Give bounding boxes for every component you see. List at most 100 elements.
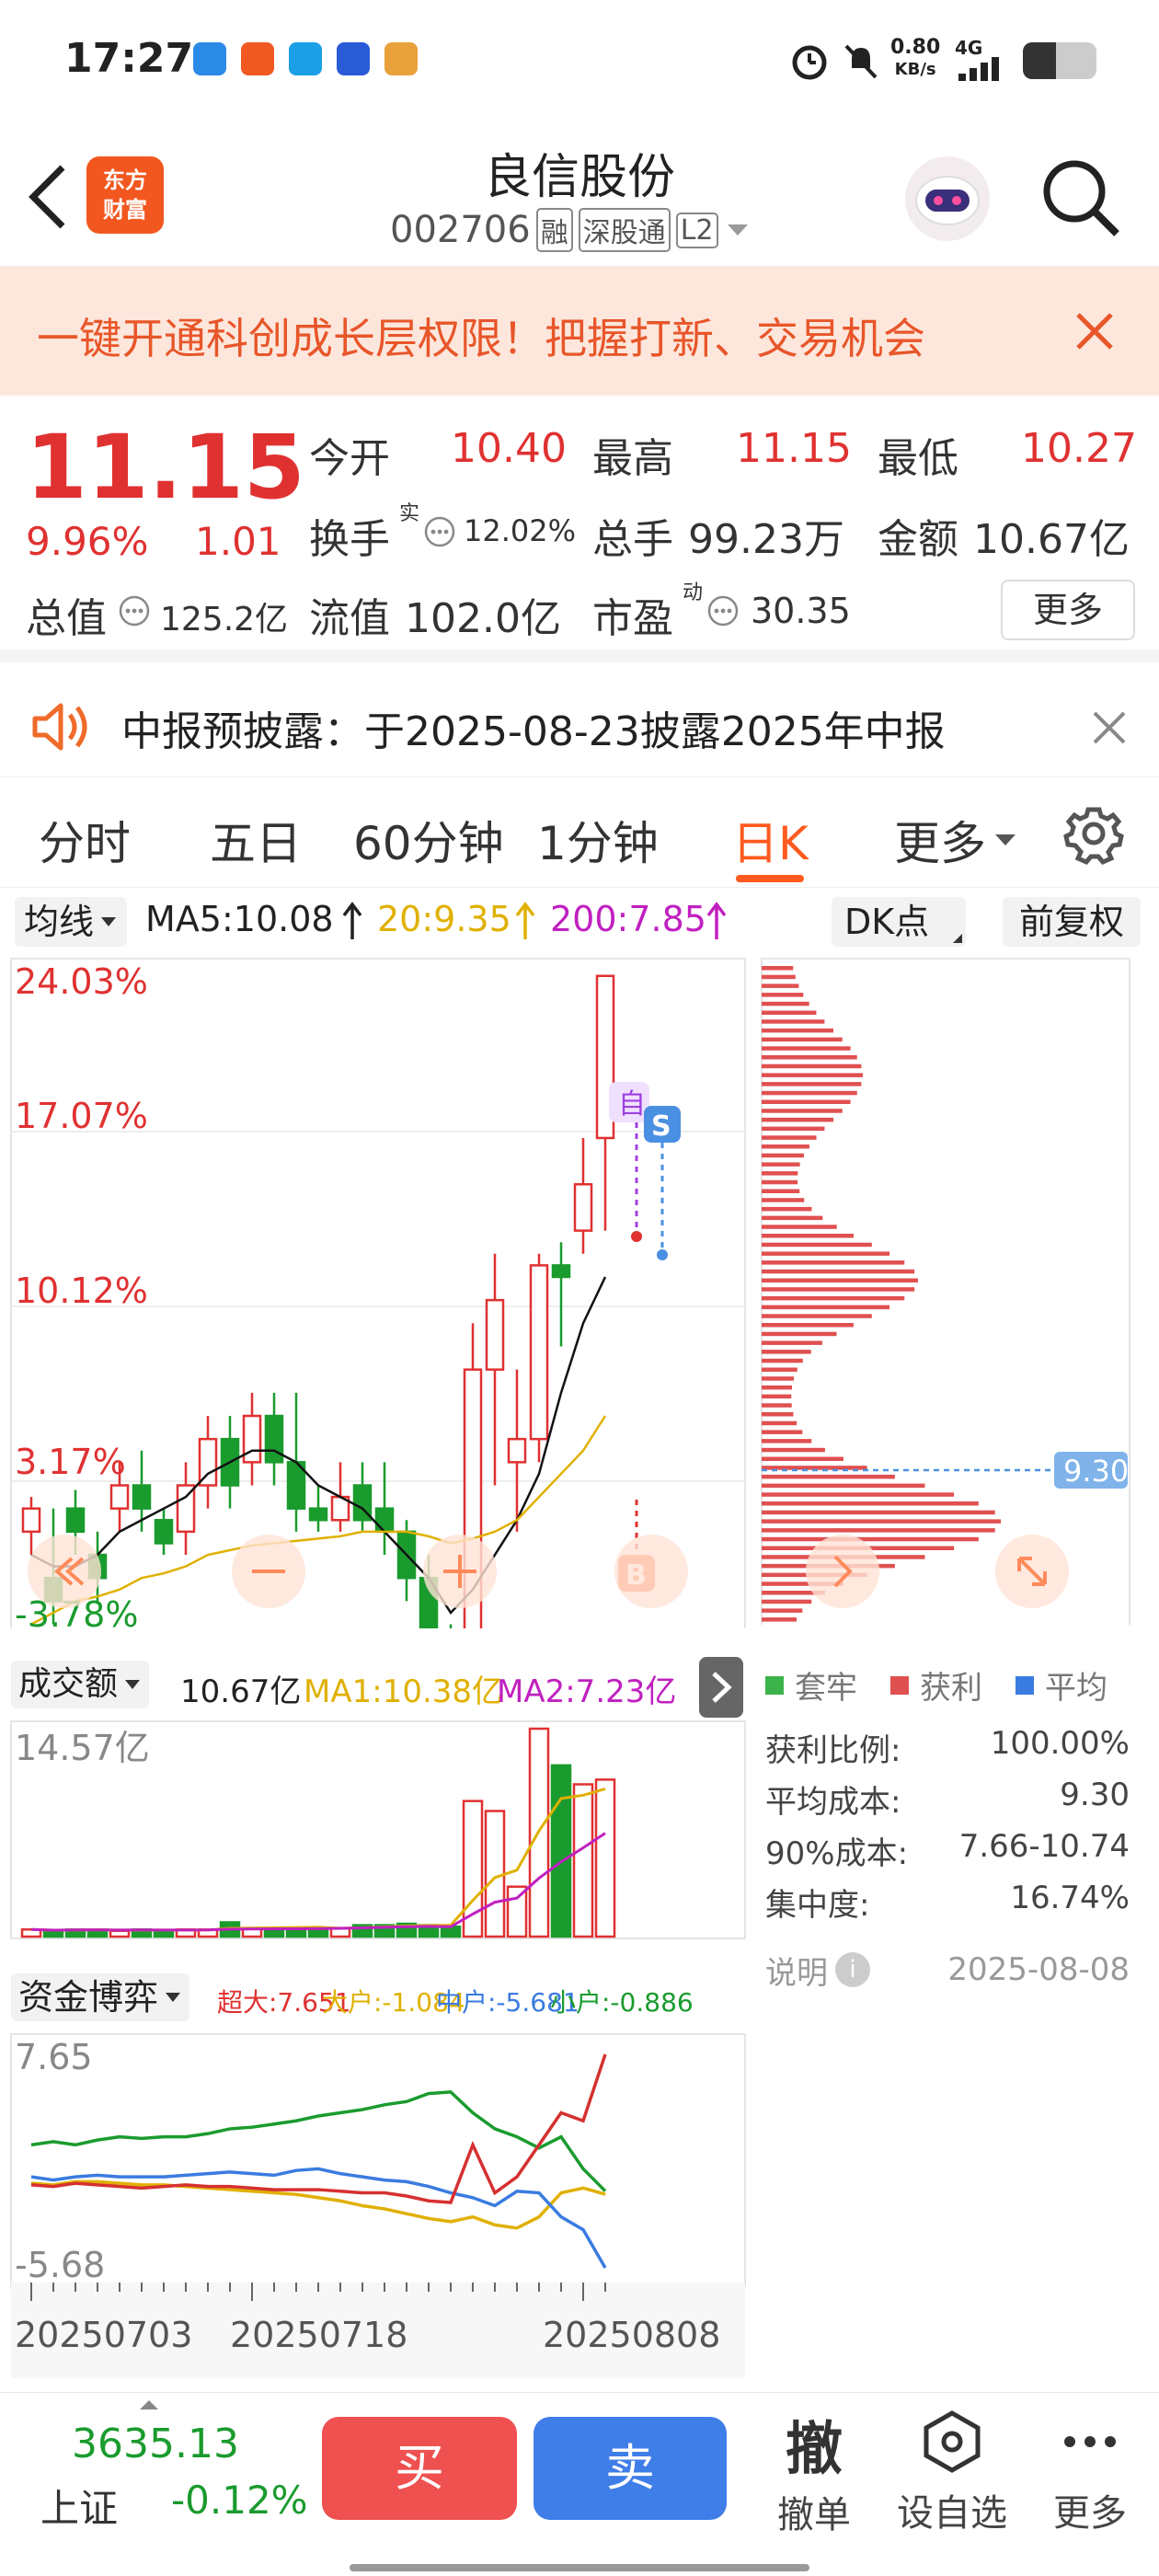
- adjust-mode-button[interactable]: 前复权: [1003, 897, 1141, 947]
- tab-daily-k[interactable]: 日K: [732, 807, 809, 873]
- tab-more[interactable]: 更多: [894, 807, 986, 873]
- volume-chart[interactable]: 14.57亿: [0, 1719, 754, 1940]
- withdraw-label: 撤单: [777, 2494, 851, 2536]
- y-label: 3.17%: [15, 1442, 126, 1482]
- add-watchlist-button[interactable]: 设自选: [892, 2409, 1012, 2536]
- volume-bar: [42, 1929, 64, 1938]
- candle-body[interactable]: [65, 1507, 86, 1534]
- chip-date: 2025-08-08: [947, 1951, 1130, 1988]
- kline-chart[interactable]: 24.03% 17.07% 10.12% 3.17% -3.78% 自 S B: [0, 957, 754, 1628]
- volume-bar: [263, 1927, 285, 1938]
- expand-up-icon[interactable]: [138, 2398, 160, 2411]
- chip-stat-label: 平均成本:: [765, 1784, 901, 1821]
- dropdown-triangle-icon: [125, 1680, 141, 1689]
- battery-icon: [1023, 42, 1096, 79]
- ma5-value: MA5:10.08: [145, 899, 334, 939]
- chip-bar: [762, 1153, 804, 1158]
- candle-body[interactable]: [529, 1264, 549, 1441]
- up-arrow-icon: [515, 902, 535, 939]
- ma-selector[interactable]: 均线: [15, 897, 128, 947]
- sell-button[interactable]: 卖: [534, 2417, 727, 2520]
- candle-body[interactable]: [264, 1414, 284, 1464]
- chip-bar: [762, 1010, 817, 1015]
- expand-panel-button[interactable]: [699, 1657, 743, 1718]
- tab-60min[interactable]: 60分钟: [353, 807, 504, 873]
- tab-1min[interactable]: 1分钟: [537, 807, 659, 873]
- candle-body[interactable]: [507, 1437, 527, 1464]
- fund-super-line: [30, 2053, 607, 2204]
- candle-body[interactable]: [242, 1414, 262, 1464]
- index-name: 上证: [40, 2486, 119, 2531]
- home-indicator: [350, 2564, 809, 2571]
- alarm-icon: [792, 45, 827, 80]
- chip-bar: [762, 1269, 915, 1274]
- chip-prev-button[interactable]: [806, 1535, 879, 1608]
- candle-body[interactable]: [132, 1484, 152, 1510]
- robot-assistant-icon[interactable]: [901, 153, 993, 245]
- app-notification-icon: [384, 42, 418, 75]
- change-amount: 1.01: [195, 519, 281, 564]
- more-actions-button[interactable]: 更多: [1039, 2409, 1141, 2536]
- earnings-notice[interactable]: 中报预披露：于2025-08-23披露2025年中报: [0, 676, 1159, 777]
- stock-code-row[interactable]: 002706 融 深股通 L2: [390, 208, 752, 252]
- chip-bar: [762, 1171, 798, 1176]
- candle-body[interactable]: [109, 1484, 130, 1510]
- chip-bar: [762, 1403, 792, 1408]
- chip-bar: [762, 1046, 851, 1051]
- scroll-left-button[interactable]: [28, 1535, 101, 1608]
- chip-bar: [762, 1510, 995, 1515]
- y-label: 10.12%: [15, 1271, 148, 1311]
- quote-panel: 11.15 9.96% 1.01 今开 10.40 最高 11.15 最低 10…: [0, 396, 1159, 662]
- candle-body[interactable]: [573, 1183, 593, 1232]
- open-label: 今开: [309, 435, 390, 482]
- chip-note-link[interactable]: 说明 i: [765, 1948, 870, 1993]
- chip-bar: [762, 1028, 834, 1033]
- scroll-right-button[interactable]: [614, 1535, 688, 1608]
- margin-tag: 融: [535, 208, 573, 252]
- bottom-trade-bar: 3635.13 上证 -0.12% 买 卖 撤 撤单 设自选 更多: [0, 2392, 1159, 2576]
- low-label: 最低: [878, 435, 958, 482]
- fund-top-label: 7.65: [15, 2037, 93, 2077]
- chip-bar: [762, 1456, 843, 1461]
- buy-button[interactable]: 买: [322, 2417, 517, 2520]
- candle-body[interactable]: [21, 1507, 41, 1534]
- volume-bar: [550, 1764, 572, 1938]
- candle-body[interactable]: [551, 1264, 571, 1279]
- float-cap-label: 流值: [309, 595, 390, 642]
- dk-point-button[interactable]: DK点: [832, 897, 966, 947]
- chip-bar: [762, 1340, 822, 1345]
- settings-gear-icon[interactable]: [1061, 801, 1126, 866]
- chip-bar: [762, 1082, 862, 1087]
- withdraw-button[interactable]: 撤 撤单: [763, 2402, 865, 2538]
- chip-bar: [762, 1608, 803, 1613]
- chip-bar: [762, 1234, 855, 1238]
- chip-bar: [762, 1179, 798, 1185]
- chip-bar: [762, 1420, 798, 1426]
- close-icon[interactable]: [1073, 309, 1117, 353]
- candle-body[interactable]: [154, 1519, 174, 1545]
- more-quote-button[interactable]: 更多: [1001, 580, 1135, 640]
- amount-value: 10.67亿: [973, 516, 1130, 563]
- tab-five-day[interactable]: 五日: [210, 807, 302, 873]
- tab-intraday[interactable]: 分时: [39, 807, 131, 873]
- dropdown-triangle-icon: [166, 1993, 181, 2002]
- fund-flow-chart[interactable]: 7.65 -5.68: [0, 2032, 754, 2290]
- candle-body[interactable]: [485, 1298, 505, 1371]
- info-dots-icon[interactable]: [118, 594, 151, 627]
- search-icon[interactable]: [1039, 156, 1122, 239]
- chip-distribution-chart[interactable]: 9.30: [760, 957, 1133, 1625]
- chip-bar: [762, 1055, 857, 1060]
- promo-banner[interactable]: 一键开通科创成长层权限！把握打新、交易机会: [0, 267, 1159, 396]
- volume-indicator-selector[interactable]: 成交额: [11, 1661, 150, 1708]
- index-value[interactable]: 3635.13: [72, 2421, 239, 2467]
- fund-indicator-selector[interactable]: 资金博弈: [11, 1973, 190, 2021]
- period-tabs: 分时 五日 60分钟 1分钟 日K 更多: [0, 777, 1159, 888]
- close-icon[interactable]: [1091, 709, 1128, 746]
- date-label: 20250718: [230, 2315, 407, 2355]
- info-dots-icon[interactable]: [706, 594, 740, 627]
- chip-bar: [762, 1109, 843, 1113]
- candle-body[interactable]: [308, 1507, 328, 1522]
- info-dots-icon[interactable]: [423, 515, 456, 548]
- sell-marker-label: S: [651, 1110, 671, 1143]
- candle-body[interactable]: [374, 1507, 395, 1534]
